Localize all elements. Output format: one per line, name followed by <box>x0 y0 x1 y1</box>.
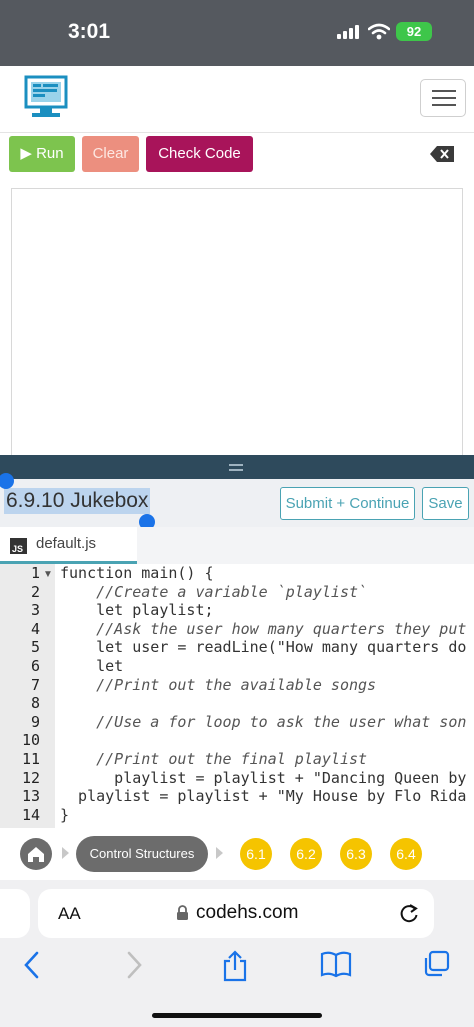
breadcrumb-arrow-icon <box>62 847 69 859</box>
line-number: 9 <box>30 712 40 731</box>
reload-icon[interactable] <box>398 901 420 925</box>
share-icon[interactable] <box>222 950 248 982</box>
site-header <box>0 66 474 133</box>
line-number: 10 <box>21 731 40 750</box>
previous-tab-edge[interactable] <box>0 889 30 938</box>
line-number: 4 <box>30 619 40 638</box>
home-icon <box>28 847 44 862</box>
menu-icon <box>432 90 456 92</box>
file-tab-label: default.js <box>36 535 97 552</box>
line-number: 1 <box>30 564 40 582</box>
code-line[interactable]: //Print out the available songs <box>60 676 376 694</box>
home-button[interactable] <box>20 838 52 870</box>
forward-icon[interactable] <box>124 950 144 980</box>
code-line[interactable]: //Print out the final playlist <box>60 750 367 768</box>
submit-continue-button[interactable]: Submit + Continue <box>280 487 415 520</box>
backspace-icon[interactable] <box>430 146 454 162</box>
code-line[interactable]: } <box>60 806 69 824</box>
exercise-header: 6.9.10 Jukebox Submit + Continue Save <box>0 473 474 530</box>
home-indicator <box>152 1013 322 1018</box>
console-output <box>11 188 463 463</box>
address-bar[interactable]: AA codehs.com <box>38 889 434 938</box>
battery-level: 92 <box>406 24 422 39</box>
code-line[interactable]: //Ask the user how many quarters they pu… <box>60 620 466 638</box>
resize-divider[interactable] <box>0 455 474 479</box>
cellular-signal-icon <box>337 25 359 39</box>
lesson-6-2[interactable]: 6.2 <box>290 838 322 870</box>
run-label: Run <box>36 145 64 162</box>
code-line[interactable]: let user = readLine("How many quarters d… <box>60 638 466 656</box>
code-line[interactable]: let playlist; <box>60 601 213 619</box>
browser-toolbar: AA codehs.com <box>0 880 474 1027</box>
run-button[interactable]: ▶ Run <box>9 136 75 172</box>
status-time: 3:01 <box>68 20 111 43</box>
url-text: codehs.com <box>196 902 299 923</box>
drag-handle-icon <box>229 464 243 474</box>
play-icon: ▶ <box>20 145 32 162</box>
back-icon[interactable] <box>22 950 42 980</box>
code-line[interactable]: function main() { <box>60 564 214 582</box>
battery-indicator: 92 <box>396 22 432 41</box>
check-code-button[interactable]: Check Code <box>146 136 253 172</box>
save-button[interactable]: Save <box>422 487 469 520</box>
clear-button[interactable]: Clear <box>82 136 139 172</box>
status-bar: 3:01 92 <box>0 0 474 66</box>
breadcrumb-arrow-icon <box>216 847 223 859</box>
codehs-logo-icon[interactable] <box>24 75 68 121</box>
wifi-icon <box>368 23 390 40</box>
line-number: 6 <box>30 657 40 675</box>
js-file-icon: JS <box>10 538 27 554</box>
code-line[interactable]: //Use a for loop to ask the user what so… <box>60 713 466 731</box>
line-number: 12 <box>21 768 40 787</box>
code-line[interactable]: playlist = playlist + "My House by Flo R… <box>60 787 466 805</box>
file-tab-strip: JS default.js <box>0 527 474 565</box>
lesson-6-4[interactable]: 6.4 <box>390 838 422 870</box>
lesson-6-3[interactable]: 6.3 <box>340 838 372 870</box>
fold-arrow-icon[interactable]: ▼ <box>43 569 53 580</box>
tabs-icon[interactable] <box>422 950 450 978</box>
menu-button[interactable] <box>420 79 466 117</box>
course-breadcrumb: Control Structures 6.1 6.2 6.3 6.4 <box>0 828 474 880</box>
lock-icon <box>177 905 188 920</box>
selection-handle-start[interactable] <box>0 473 14 489</box>
reader-aa-button[interactable]: AA <box>58 904 81 924</box>
code-line[interactable]: let <box>60 657 123 675</box>
line-number: 2 <box>30 582 40 601</box>
line-number: 13 <box>21 787 40 806</box>
line-number: 11 <box>21 750 40 768</box>
code-line[interactable]: //Create a variable `playlist` <box>60 583 367 601</box>
file-tab-default-js[interactable]: JS default.js <box>0 527 137 564</box>
code-editor[interactable]: ▼ 1 2 3 4 5 6 7 8 9 10 11 12 13 14 function main() { /… <box>0 564 474 828</box>
line-number: 7 <box>30 675 40 694</box>
line-number: 5 <box>30 638 40 657</box>
lesson-6-1[interactable]: 6.1 <box>240 838 272 870</box>
line-number: 3 <box>30 601 40 620</box>
bookmarks-icon[interactable] <box>320 950 352 978</box>
line-number: 8 <box>30 694 40 713</box>
code-line[interactable]: playlist = playlist + "Dancing Queen by <box>60 769 466 787</box>
breadcrumb-section[interactable]: Control Structures <box>76 836 208 872</box>
exercise-title: 6.9.10 Jukebox <box>4 488 151 514</box>
line-number: 14 <box>21 805 40 824</box>
